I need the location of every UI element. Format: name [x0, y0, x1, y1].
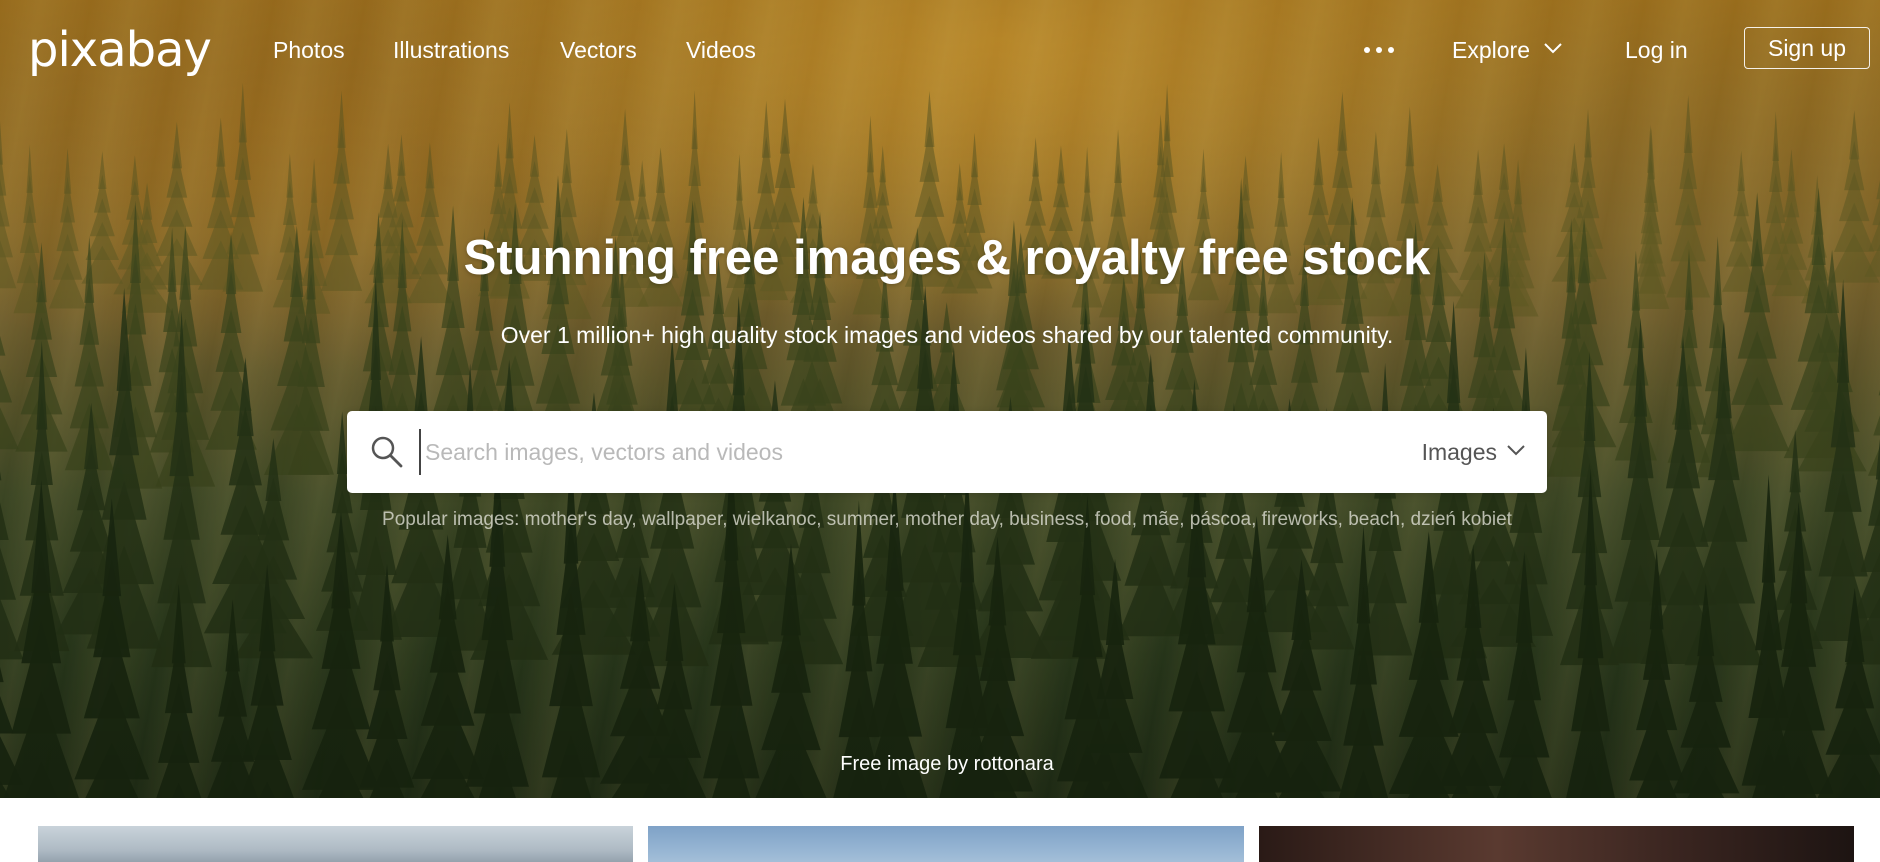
- popular-searches: Popular images: mother's day, wallpaper,…: [382, 509, 1512, 530]
- popular-label: Popular images:: [382, 509, 520, 530]
- popular-term[interactable]: wielkanoc: [733, 509, 816, 530]
- credit-prefix: Free image by: [840, 753, 969, 775]
- pixabay-logo[interactable]: pixabay: [28, 22, 212, 78]
- popular-term[interactable]: dzień kobiet: [1411, 509, 1512, 530]
- popular-term[interactable]: mother day: [905, 509, 999, 530]
- page: pixabay Photos Illustrations Vectors Vid…: [0, 0, 1880, 862]
- explore-label: Explore: [1452, 37, 1530, 63]
- popular-term[interactable]: páscoa: [1190, 509, 1251, 530]
- popular-term[interactable]: wallpaper: [642, 509, 722, 530]
- search-type-select[interactable]: Images: [1422, 437, 1525, 467]
- popular-term[interactable]: food: [1095, 509, 1132, 530]
- explore-dropdown[interactable]: Explore: [1452, 36, 1562, 64]
- popular-term[interactable]: summer: [827, 509, 895, 530]
- chevron-down-icon: [1507, 443, 1525, 461]
- login-link[interactable]: Log in: [1625, 36, 1688, 64]
- chevron-down-icon: [1544, 41, 1562, 59]
- signup-button[interactable]: Sign up: [1744, 27, 1870, 69]
- top-navigation: pixabay Photos Illustrations Vectors Vid…: [0, 0, 1880, 100]
- hero-subtitle: Over 1 million+ high quality stock image…: [500, 322, 1394, 348]
- nav-link-videos[interactable]: Videos: [686, 36, 756, 64]
- nav-link-photos[interactable]: Photos: [273, 36, 345, 64]
- popular-term[interactable]: mãe: [1142, 509, 1179, 530]
- hero-background-image: [0, 0, 1880, 798]
- popular-term[interactable]: mother's day: [525, 509, 632, 530]
- gallery-thumbnail[interactable]: [38, 826, 633, 862]
- nav-link-vectors[interactable]: Vectors: [560, 36, 637, 64]
- hero-title: Stunning free images & royalty free stoc…: [463, 231, 1431, 285]
- more-horizontal-icon[interactable]: [1364, 47, 1394, 55]
- nav-link-illustrations[interactable]: Illustrations: [393, 36, 509, 64]
- gallery-thumbnail[interactable]: [1259, 826, 1854, 862]
- image-credit: Free image by rottonara: [0, 752, 1880, 776]
- gallery-thumbnail[interactable]: [648, 826, 1244, 862]
- search-icon[interactable]: [369, 434, 405, 470]
- search-input[interactable]: [419, 429, 1319, 475]
- popular-term[interactable]: business: [1009, 509, 1084, 530]
- search-bar: Images: [347, 411, 1547, 493]
- popular-term[interactable]: fireworks: [1262, 509, 1338, 530]
- search-type-label: Images: [1421, 439, 1497, 465]
- credit-author-link[interactable]: rottonara: [974, 753, 1054, 775]
- popular-term[interactable]: beach: [1348, 509, 1400, 530]
